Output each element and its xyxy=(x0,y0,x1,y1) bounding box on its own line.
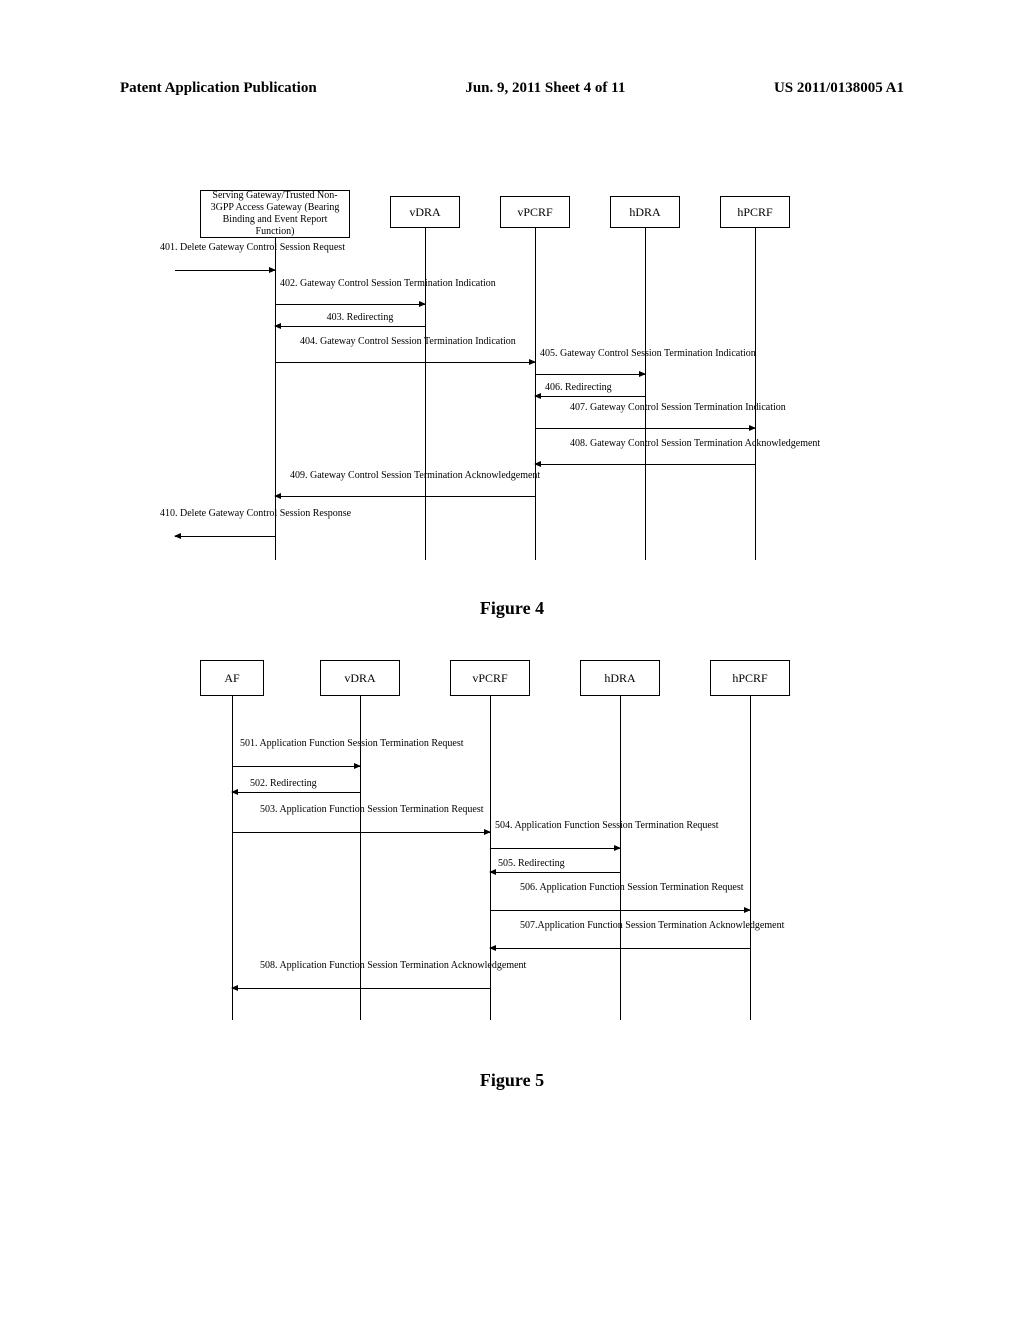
msg-401-arrow xyxy=(175,270,275,271)
lifeline-box-sgw: Serving Gateway/Trusted Non-3GPP Access … xyxy=(200,190,350,238)
msg-409-arrow xyxy=(275,496,535,497)
lifeline-box-af: AF xyxy=(200,660,264,696)
msg-503-label: 503. Application Function Session Termin… xyxy=(260,804,460,816)
lifeline-af xyxy=(232,696,233,1020)
lifeline-box-vdra5: vDRA xyxy=(320,660,400,696)
msg-508-label: 508. Application Function Session Termin… xyxy=(260,960,480,972)
msg-403-label: 403. Redirecting xyxy=(310,312,410,324)
msg-501-arrow xyxy=(232,766,360,767)
msg-506-arrow xyxy=(490,910,750,911)
msg-406-arrow xyxy=(535,396,645,397)
lifeline-hdra5 xyxy=(620,696,621,1020)
lifeline-hdra xyxy=(645,228,646,560)
msg-507-label: 507.Application Function Session Termina… xyxy=(520,920,740,932)
msg-402-arrow xyxy=(275,304,425,305)
msg-406-label: 406. Redirecting xyxy=(545,382,645,394)
lifeline-box-vpcrf: vPCRF xyxy=(500,196,570,228)
msg-501-label: 501. Application Function Session Termin… xyxy=(240,738,400,750)
msg-401-label: 401. Delete Gateway Control Session Requ… xyxy=(160,242,300,254)
msg-507-arrow xyxy=(490,948,750,949)
figure-5-caption: Figure 5 xyxy=(0,1070,1024,1091)
figure-4-caption: Figure 4 xyxy=(0,598,1024,619)
msg-404-arrow xyxy=(275,362,535,363)
msg-409-label: 409. Gateway Control Session Termination… xyxy=(290,470,520,482)
msg-410-arrow xyxy=(175,536,275,537)
msg-504-arrow xyxy=(490,848,620,849)
msg-403-arrow xyxy=(275,326,425,327)
msg-407-arrow xyxy=(535,428,755,429)
lifeline-vpcrf5 xyxy=(490,696,491,1020)
msg-506-label: 506. Application Function Session Termin… xyxy=(520,882,740,894)
msg-408-arrow xyxy=(535,464,755,465)
lifeline-hpcrf xyxy=(755,228,756,560)
msg-402-label: 402. Gateway Control Session Termination… xyxy=(280,278,440,290)
msg-505-arrow xyxy=(490,872,620,873)
lifeline-box-hdra5: hDRA xyxy=(580,660,660,696)
lifeline-hpcrf5 xyxy=(750,696,751,1020)
lifeline-box-vpcrf5: vPCRF xyxy=(450,660,530,696)
msg-508-arrow xyxy=(232,988,490,989)
msg-405-label: 405. Gateway Control Session Termination… xyxy=(540,348,710,360)
lifeline-box-hpcrf: hPCRF xyxy=(720,196,790,228)
header-left: Patent Application Publication xyxy=(120,80,317,97)
lifeline-box-hpcrf5: hPCRF xyxy=(710,660,790,696)
msg-502-arrow xyxy=(232,792,360,793)
header-center: Jun. 9, 2011 Sheet 4 of 11 xyxy=(465,80,625,97)
figure-4-diagram: Serving Gateway/Trusted Non-3GPP Access … xyxy=(170,190,870,560)
header-right: US 2011/0138005 A1 xyxy=(774,80,904,97)
msg-405-arrow xyxy=(535,374,645,375)
lifeline-box-vdra: vDRA xyxy=(390,196,460,228)
msg-407-label: 407. Gateway Control Session Termination… xyxy=(570,402,770,414)
msg-502-label: 502. Redirecting xyxy=(250,778,350,790)
msg-404-label: 404. Gateway Control Session Termination… xyxy=(300,336,480,348)
msg-408-label: 408. Gateway Control Session Termination… xyxy=(570,438,770,450)
lifeline-box-hdra: hDRA xyxy=(610,196,680,228)
msg-505-label: 505. Redirecting xyxy=(498,858,608,870)
figure-5-diagram: AF vDRA vPCRF hDRA hPCRF 501. Applicatio… xyxy=(190,660,830,1030)
page-header: Patent Application Publication Jun. 9, 2… xyxy=(0,80,1024,97)
msg-504-label: 504. Application Function Session Termin… xyxy=(495,820,675,832)
msg-410-label: 410. Delete Gateway Control Session Resp… xyxy=(160,508,300,520)
msg-503-arrow xyxy=(232,832,490,833)
